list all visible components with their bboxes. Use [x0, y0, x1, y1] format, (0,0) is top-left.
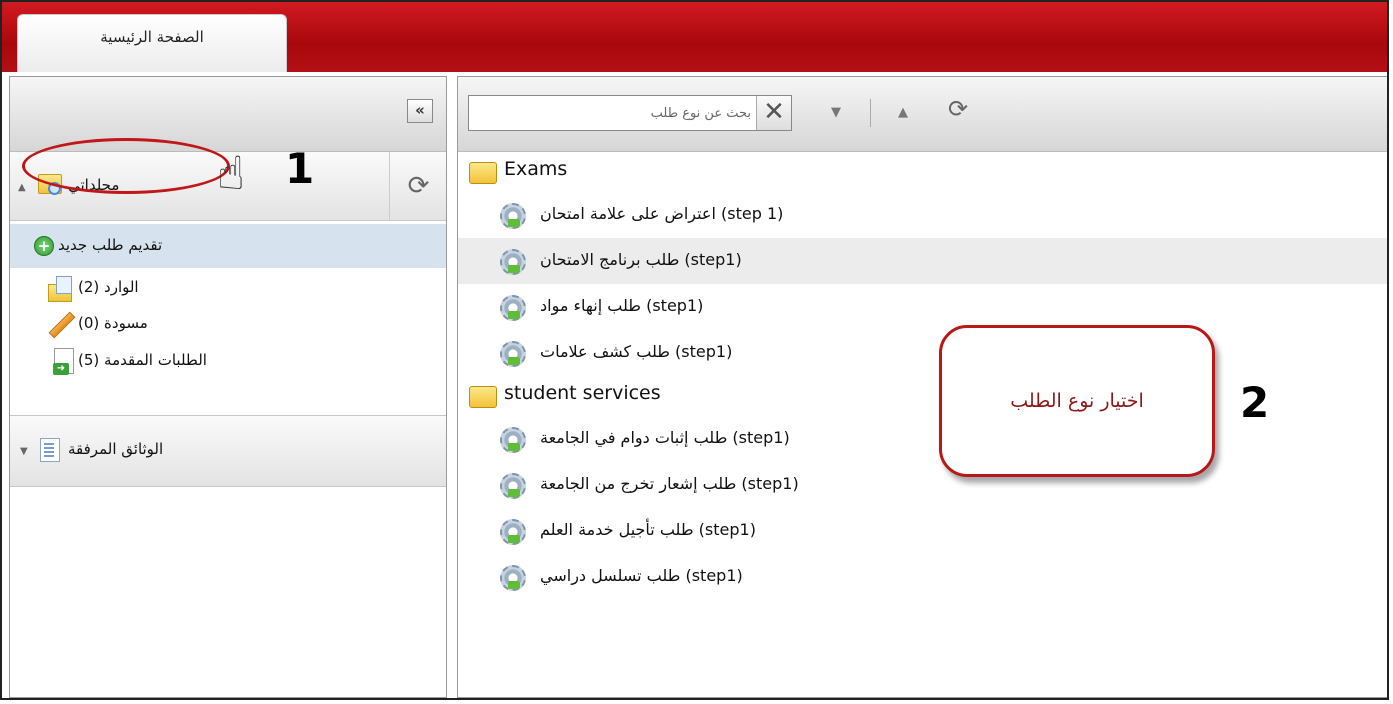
sidebar-item-label: الطلبات المقدمة (5): [78, 351, 207, 369]
clear-search-button[interactable]: ✕: [756, 96, 791, 130]
request-type-row[interactable]: (step1) طلب تأجيل خدمة العلم: [458, 508, 1387, 554]
sidebar-item-label: تقديم طلب جديد: [58, 236, 163, 254]
search-input[interactable]: [469, 96, 759, 130]
document-list-icon: [40, 438, 60, 462]
request-type-label: (1 step) اعتراض على علامة امتحان: [540, 204, 784, 223]
gear-icon: [500, 295, 526, 321]
category-label: student services: [504, 382, 661, 404]
request-type-label: (step1) طلب تأجيل خدمة العلم: [540, 520, 756, 539]
highlight-ellipse: [22, 138, 230, 194]
sent-document-icon: ➜: [53, 348, 74, 375]
gear-icon: [500, 203, 526, 229]
request-type-label: (step1) طلب تسلسل دراسي: [540, 566, 743, 585]
folder-icon: [469, 162, 497, 184]
sidebar-item-submitted[interactable]: ➜ الطلبات المقدمة (5): [10, 345, 446, 375]
request-type-label: (step1) طلب كشف علامات: [540, 342, 733, 361]
refresh-icon: ⟳: [407, 171, 430, 201]
left-refresh-button[interactable]: ⟳: [389, 152, 447, 220]
attachments-section[interactable]: ▼ الوثائق المرفقة: [10, 415, 446, 487]
gear-icon: [500, 565, 526, 591]
attachments-title: الوثائق المرفقة: [68, 440, 164, 458]
gear-icon: [500, 249, 526, 275]
step-2-number: 2: [1240, 378, 1270, 427]
gear-icon: [500, 341, 526, 367]
callout-text: اختيار نوع الطلب: [1010, 390, 1144, 412]
request-type-row[interactable]: (step1) طلب إنهاء مواد: [458, 284, 1387, 330]
category-row-exams[interactable]: Exams: [458, 152, 1387, 192]
my-folders-title: ▲: [18, 176, 26, 194]
request-type-label: (step1) طلب إنهاء مواد: [540, 296, 704, 315]
refresh-icon[interactable]: ⟳: [948, 95, 968, 123]
gear-icon: [500, 473, 526, 499]
toolbar-separator: [870, 99, 871, 127]
pointer-hand-icon: ☝: [217, 146, 246, 200]
header-bar: الصفحة الرئيسية: [2, 2, 1387, 72]
sidebar-item-inbox[interactable]: الوارد (2): [10, 272, 446, 302]
app-window: الصفحة الرئيسية « ▲ مجلداتي ⟳ + تقديم طل…: [0, 0, 1389, 700]
request-type-label: (step1) طلب برنامج الامتحان: [540, 250, 742, 269]
add-circle-icon: +: [34, 236, 54, 256]
expand-up-icon[interactable]: ▲: [18, 182, 26, 193]
category-label: Exams: [504, 158, 568, 180]
sort-down-icon[interactable]: ▼: [831, 105, 841, 120]
search-box: ✕: [468, 95, 792, 131]
tab-home[interactable]: الصفحة الرئيسية: [17, 14, 287, 72]
sidebar-item-drafts[interactable]: مسودة (0): [10, 308, 446, 339]
request-type-label: (step1) طلب إثبات دوام في الجامعة: [540, 428, 790, 447]
sidebar-item-label: الوارد (2): [78, 278, 139, 296]
sidebar-item-new-request[interactable]: + تقديم طلب جديد: [10, 224, 446, 268]
folder-icon: [469, 386, 497, 408]
pencil-icon: [48, 311, 76, 339]
expand-down-icon[interactable]: ▼: [20, 446, 28, 457]
collapse-panel-button[interactable]: «: [407, 99, 433, 123]
request-type-row[interactable]: (step1) طلب برنامج الامتحان: [458, 238, 1387, 284]
gear-icon: [500, 427, 526, 453]
sort-up-icon[interactable]: ▲: [898, 105, 908, 120]
request-type-row[interactable]: (step1) طلب إشعار تخرج من الجامعة: [458, 462, 1387, 508]
right-toolbar: ✕ ▼ ▲ ⟳: [458, 77, 1387, 152]
inbox-icon: [48, 276, 72, 302]
step-1-number: 1: [285, 144, 315, 193]
request-type-row[interactable]: (1 step) اعتراض على علامة امتحان: [458, 192, 1387, 238]
request-type-row[interactable]: (step1) طلب كشف علامات: [458, 330, 1387, 376]
gear-icon: [500, 519, 526, 545]
sidebar-item-label: مسودة (0): [78, 314, 148, 332]
request-type-label: (step1) طلب إشعار تخرج من الجامعة: [540, 474, 799, 493]
request-type-row[interactable]: (step1) طلب تسلسل دراسي: [458, 554, 1387, 600]
callout-box: اختيار نوع الطلب: [939, 325, 1215, 477]
